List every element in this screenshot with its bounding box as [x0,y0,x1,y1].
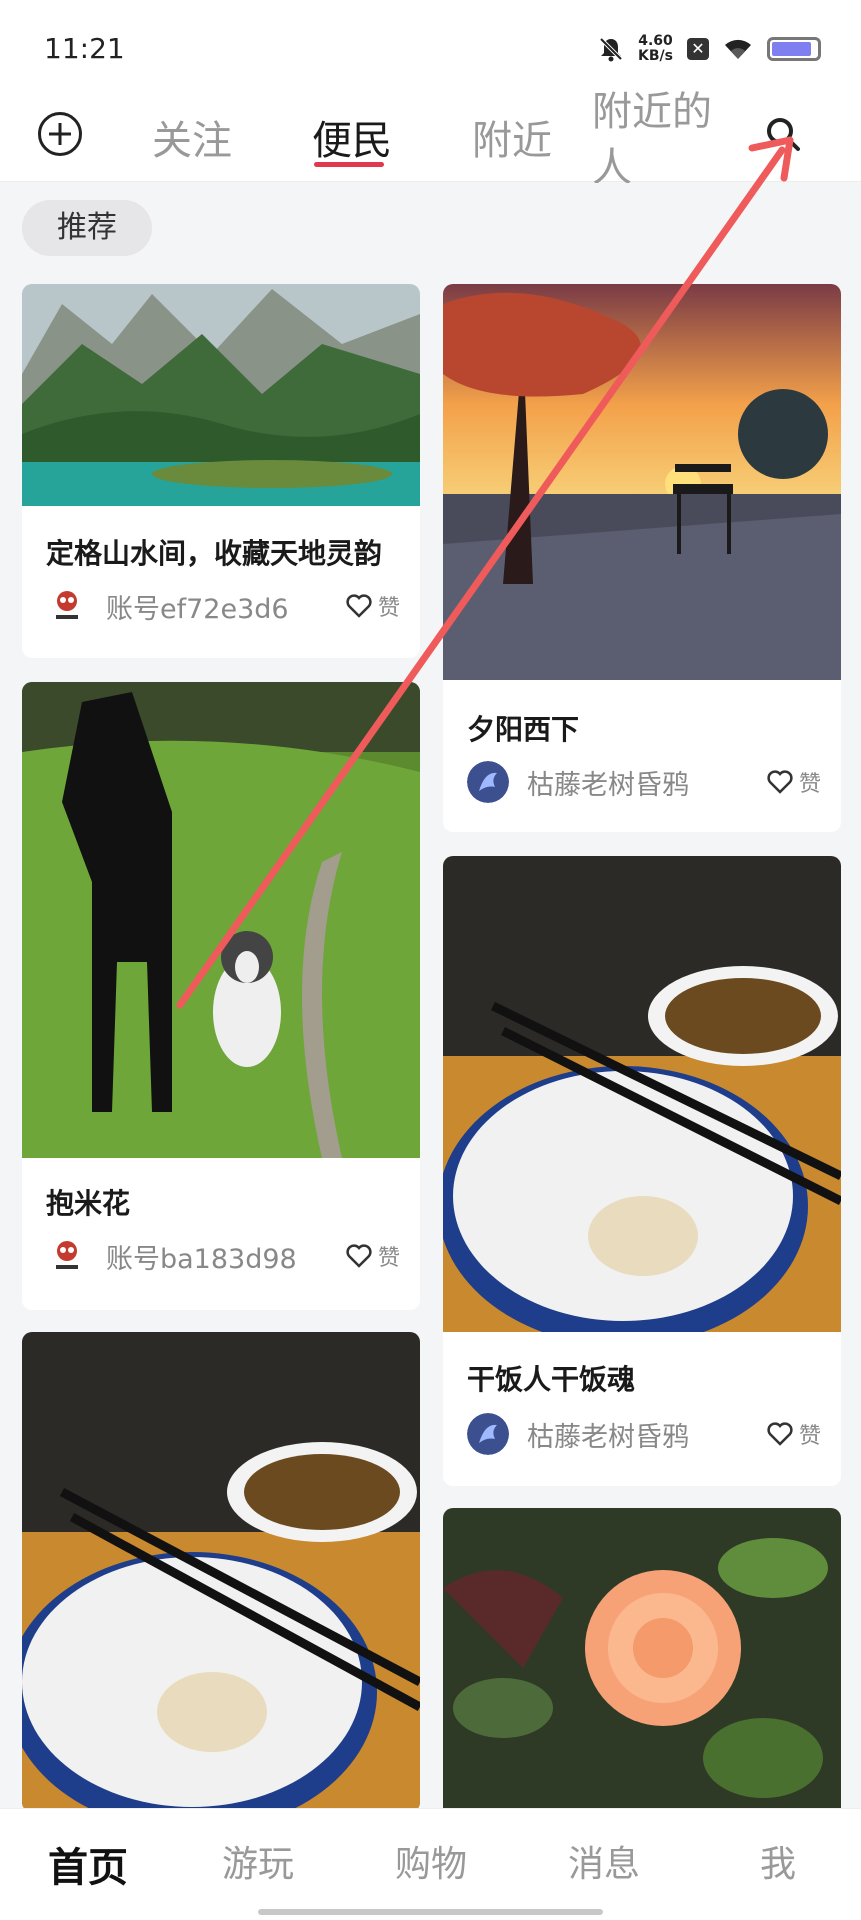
bottom-nav-messages[interactable]: 消息 [568,1835,640,1887]
status-icons: 4.60 KB/s ✕ [598,34,821,64]
status-bar: 11:21 4.60 KB/s ✕ [0,0,861,90]
card-title: 夕阳西下 [467,713,580,746]
tab-follow[interactable]: 关注 [152,108,232,166]
card-meta: 枯藤老树昏鸦 赞 [467,1412,821,1456]
card-image-rose [443,1508,841,1808]
card-image-mountain-lake [22,284,420,506]
avatar [467,1413,509,1455]
net-speed: 4.60 KB/s [638,34,673,64]
card-meta: 账号ef72e3d6 赞 [46,584,400,628]
avatar [46,585,88,627]
net-speed-value: 4.60 [638,33,673,49]
card-author[interactable]: 账号ef72e3d6 [106,587,346,626]
avatar [467,761,509,803]
like-label: 赞 [798,772,821,797]
feed-card[interactable] [22,1332,420,1808]
bottom-nav-shopping[interactable]: 购物 [395,1835,467,1887]
like-label: 赞 [377,1246,400,1271]
like-button[interactable]: 赞 [767,1418,821,1450]
avatar [46,1235,88,1277]
tab-nearby[interactable]: 附近 [472,108,552,166]
mute-bell-icon [599,37,623,62]
like-button[interactable]: 赞 [346,1240,400,1272]
x-box-icon: ✕ [687,38,709,60]
feed-grid: 定格山水间，收藏天地灵韵 账号ef72e3d6 赞 抱米花 账号ba183d98… [0,268,861,1808]
like-label: 赞 [377,596,400,621]
wifi-icon [725,39,751,59]
feed-card[interactable] [443,1508,841,1808]
active-tab-indicator [314,162,384,167]
net-speed-unit: KB/s [638,48,673,64]
bottom-nav-play[interactable]: 游玩 [222,1835,294,1887]
tab-nearby-people[interactable]: 附近的人 [592,84,722,196]
home-indicator [258,1909,603,1915]
card-image-bowl [22,1332,420,1808]
card-image-dog [22,682,420,1158]
card-meta: 枯藤老树昏鸦 赞 [467,760,821,804]
heart-icon [767,770,793,794]
top-nav: 关注 便民 附近 附近的人 [0,89,861,191]
filter-bar: 推荐 [0,183,861,263]
status-time: 11:21 [44,32,125,65]
like-button[interactable]: 赞 [767,766,821,798]
plus-circle-icon[interactable] [38,112,82,156]
heart-icon [346,1244,372,1268]
battery-level [772,42,811,56]
feed-card[interactable]: 夕阳西下 枯藤老树昏鸦 赞 [443,284,841,832]
battery-icon [767,37,821,61]
bottom-nav: 首页 游玩 购物 消息 我 [0,1808,861,1920]
like-button[interactable]: 赞 [346,590,400,622]
feed-card[interactable]: 干饭人干饭魂 枯藤老树昏鸦 赞 [443,856,841,1486]
bottom-nav-me[interactable]: 我 [760,1835,796,1887]
bottom-nav-home[interactable]: 首页 [48,1835,128,1893]
card-image-sunset [443,284,841,680]
card-title: 定格山水间，收藏天地灵韵 [46,537,383,570]
card-author[interactable]: 枯藤老树昏鸦 [527,1415,767,1454]
search-icon[interactable] [765,116,801,152]
like-label: 赞 [798,1424,821,1449]
feed-card[interactable]: 定格山水间，收藏天地灵韵 账号ef72e3d6 赞 [22,284,420,658]
filter-chip-recommend[interactable]: 推荐 [22,200,152,256]
card-title: 干饭人干饭魂 [467,1363,636,1396]
heart-icon [346,594,372,618]
tab-convenience[interactable]: 便民 [312,108,392,166]
card-title: 抱米花 [46,1187,131,1220]
heart-icon [767,1422,793,1446]
card-meta: 账号ba183d98 赞 [46,1234,400,1278]
card-author[interactable]: 枯藤老树昏鸦 [527,763,767,802]
card-author[interactable]: 账号ba183d98 [106,1237,346,1276]
card-image-bowl [443,856,841,1332]
feed-card[interactable]: 抱米花 账号ba183d98 赞 [22,682,420,1310]
